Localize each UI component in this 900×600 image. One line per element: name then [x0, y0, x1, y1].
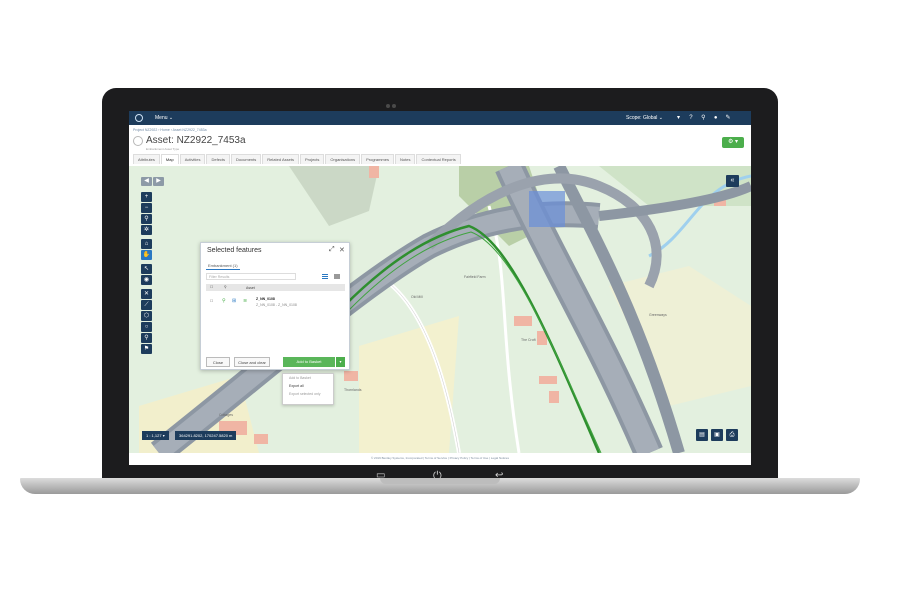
screen: Menu ⌄ Scope: Global ⌄ ▾ ? ⚲ ● ✎ Project…	[129, 111, 751, 465]
menu-label: Menu	[155, 115, 168, 121]
clear-selection-icon[interactable]: ✕	[141, 289, 152, 299]
draw-circle-icon[interactable]: ○	[141, 322, 152, 332]
measure-line-icon[interactable]: ⟋	[141, 300, 152, 310]
basket-icon[interactable]: ▾	[673, 114, 684, 121]
filter-input[interactable]: Filter Results	[206, 273, 296, 280]
building	[549, 391, 559, 403]
close-and-clear-button[interactable]: Close and clear	[234, 357, 270, 367]
next-extent-button[interactable]: ▶	[153, 177, 164, 186]
camera	[386, 95, 400, 108]
add-to-basket-button[interactable]: Add to Basket	[283, 357, 335, 367]
collapse-panel-icon[interactable]: «	[726, 175, 739, 187]
search-location-icon[interactable]: ⚲	[141, 333, 152, 343]
checkbox-header[interactable]: ☐	[210, 285, 213, 289]
wrench-icon[interactable]: ✎	[723, 114, 734, 121]
app-logo[interactable]	[135, 114, 143, 122]
map-label: Greenways	[649, 313, 667, 317]
building	[514, 316, 532, 326]
tab-programmes[interactable]: Programmes	[361, 154, 394, 164]
add-to-basket-dropdown[interactable]: ▾	[336, 357, 345, 367]
select-arrow-icon[interactable]: ↖	[141, 264, 152, 274]
location-pin-icon[interactable]: ⚑	[141, 344, 152, 354]
map-label: Old Mill	[411, 295, 423, 299]
tab-map[interactable]: Map	[160, 154, 179, 164]
asset-type-icon	[133, 136, 143, 146]
row-asset-name[interactable]: Z_NN_0108	[256, 297, 275, 301]
home-icon[interactable]: ⌂	[141, 239, 152, 249]
tab-attributes[interactable]: Attributes	[133, 154, 160, 164]
zoom-out-button[interactable]: −	[141, 203, 152, 213]
map-label: Thornlands	[344, 388, 362, 392]
top-navigation-bar: Menu ⌄ Scope: Global ⌄ ▾ ? ⚲ ● ✎	[129, 111, 751, 125]
locate-pin-icon[interactable]: ⚲	[222, 298, 226, 304]
tab-embankment[interactable]: Embankment (1)	[206, 262, 240, 270]
zoom-in-button[interactable]: +	[141, 192, 152, 202]
coordinates-readout: 364291.8202, 170247.5820 m	[175, 431, 237, 440]
page-title: Asset: NZ2922_7453a	[146, 135, 246, 146]
tab-organisations[interactable]: Organisations	[325, 154, 361, 164]
pan-hand-icon[interactable]: ✋	[141, 250, 152, 260]
building	[539, 376, 557, 384]
footer: © 2019 Bentley Systems, Incorporated | T…	[371, 456, 509, 460]
close-button[interactable]: Close	[206, 357, 230, 367]
laptop-base-notch	[380, 478, 500, 484]
print-icon[interactable]: ⎙	[726, 429, 738, 441]
bridge-highlight	[529, 191, 565, 227]
basket-dropdown-menu: Add to Basket Export all Export selected o…	[282, 373, 334, 405]
layers-icon[interactable]: ▤	[696, 429, 708, 441]
user-icon[interactable]: ●	[710, 115, 721, 121]
dropdown-item-export-all[interactable]: Export all	[283, 382, 333, 390]
tab-bar: Attributes Map Activities Defects Documents R…	[133, 154, 462, 164]
row-asset-sub: Z_NN_0108 - Z_NN_0108	[256, 303, 297, 307]
tab-contextual-reports[interactable]: Contextual Reports	[416, 154, 461, 164]
building	[369, 166, 379, 178]
scope-label: Scope: Global	[626, 115, 658, 121]
zoom-to-icon[interactable]: ⊞	[232, 298, 236, 304]
table-row[interactable]: ☐ ⚲ ⊞ ≋ Z_NN_0108 Z_NN_0108 - Z_NN_0108	[206, 296, 345, 310]
selected-features-panel: Selected features ⤢ ✕ Embankment (1) Fil…	[200, 242, 350, 370]
search-icon[interactable]: ⚲	[698, 114, 709, 121]
scale-selector[interactable]: 1 : 1,127 ▾	[142, 431, 169, 440]
gear-icon: ⚙ ▾	[727, 139, 739, 145]
row-checkbox[interactable]: ☐	[210, 299, 213, 303]
scale-label: 1 : 1,127	[146, 433, 162, 438]
asset-subtitle: Embankment Asset Type	[146, 147, 180, 151]
draw-polygon-icon[interactable]: ⬡	[141, 311, 152, 321]
grid-view-icon[interactable]	[333, 273, 341, 280]
panel-title: Selected features	[207, 247, 262, 254]
pin-icon: ⚲	[224, 285, 227, 289]
map-label: Cottages	[219, 413, 233, 417]
scope-selector[interactable]: Scope: Global ⌄	[626, 115, 663, 121]
identify-icon[interactable]: ◉	[141, 275, 152, 285]
previous-extent-button[interactable]: ◀	[141, 177, 152, 186]
list-view-icon[interactable]	[321, 273, 329, 280]
results-table-header: ☐ ⚲ Asset	[206, 284, 345, 291]
zoom-extent-icon[interactable]: ✲	[141, 225, 152, 235]
help-icon[interactable]: ?	[685, 115, 696, 121]
zoom-box-icon[interactable]: ⚲	[141, 214, 152, 224]
menu-button[interactable]: Menu ⌄	[155, 115, 173, 121]
dropdown-item-export-selected-only[interactable]: Export selected only	[283, 390, 333, 398]
building	[254, 434, 268, 444]
save-icon[interactable]: ▣	[711, 429, 723, 441]
tab-notes[interactable]: Notes	[395, 154, 416, 164]
settings-button[interactable]: ⚙ ▾	[722, 137, 744, 148]
expand-icon[interactable]: ⤢	[329, 246, 335, 254]
tab-documents[interactable]: Documents	[231, 154, 262, 164]
tab-related-assets[interactable]: Related Assets	[262, 154, 299, 164]
map-label: The Croft	[521, 338, 536, 342]
column-header-asset: Asset	[246, 285, 255, 290]
tab-activities[interactable]: Activities	[179, 154, 206, 164]
dropdown-item-add-to-basket[interactable]: Add to Basket	[283, 374, 333, 382]
chevron-down-icon: ▾	[339, 359, 342, 364]
tab-defects[interactable]: Defects	[206, 154, 231, 164]
building	[344, 371, 358, 381]
breadcrumb[interactable]: Project NZ2922 › Home › Asset NZ2922_745…	[133, 128, 207, 132]
map-label: Fairfield Farm	[464, 275, 486, 279]
tab-projects[interactable]: Projects	[299, 154, 325, 164]
asset-type-icon: ≋	[243, 298, 248, 304]
close-icon[interactable]: ✕	[339, 246, 345, 254]
